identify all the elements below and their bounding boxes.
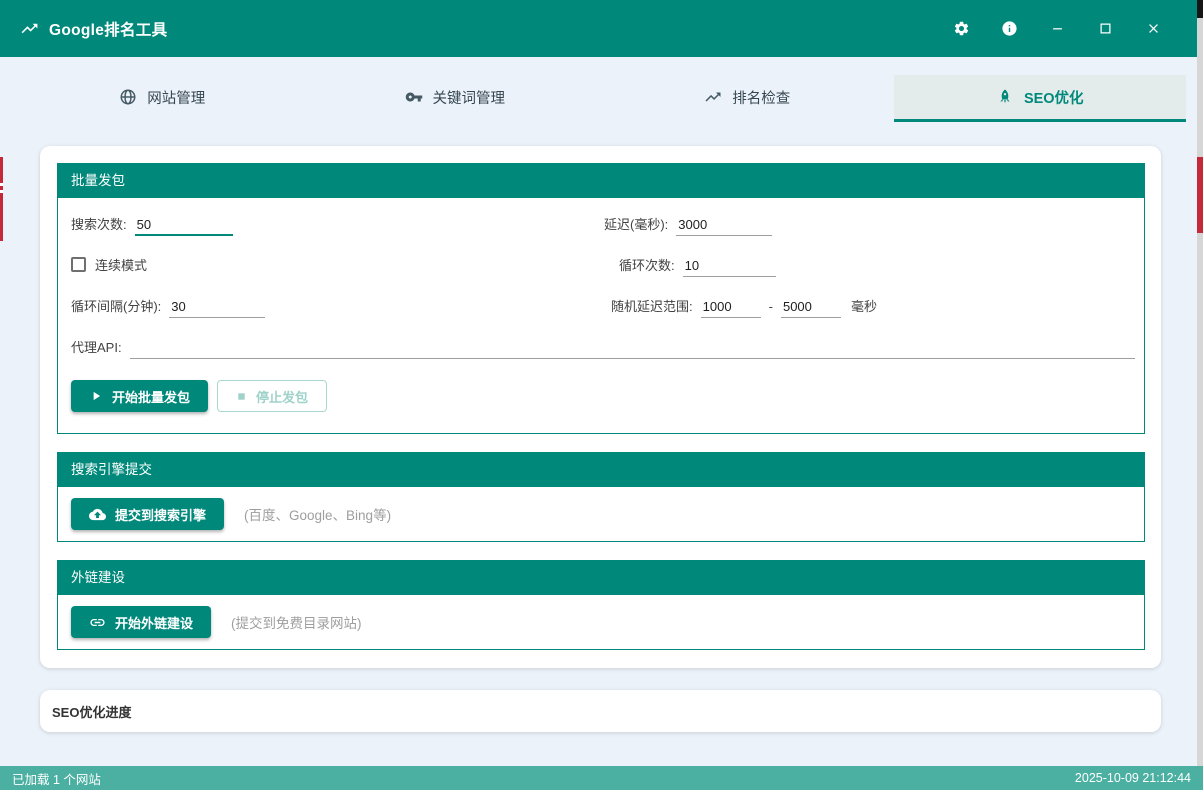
start-batch-label: 开始批量发包 — [112, 387, 190, 406]
minimize-button[interactable] — [1033, 11, 1081, 47]
globe-icon — [119, 88, 137, 106]
seo-progress-title: SEO优化进度 — [52, 702, 131, 721]
stop-icon — [236, 391, 247, 402]
tab-seo-optimization[interactable]: SEO优化 — [894, 75, 1187, 122]
titlebar: Google排名工具 — [0, 0, 1197, 57]
trending-up-icon — [704, 88, 722, 106]
left-edge-red-stripe — [0, 157, 3, 241]
link-icon — [89, 614, 106, 631]
maximize-button[interactable] — [1081, 11, 1129, 47]
submit-to-search-engines-button[interactable]: 提交到搜索引擎 — [71, 498, 224, 530]
edge-red-segment — [1197, 157, 1203, 233]
delay-label: 延迟(毫秒): — [604, 214, 668, 233]
seo-panel: 批量发包 搜索次数: 延迟(毫秒): 连续模式 循环次数: — [40, 146, 1161, 668]
backlink-hint: (提交到免费目录网站) — [231, 612, 362, 632]
loop-interval-input[interactable] — [169, 298, 265, 318]
random-delay-unit: 毫秒 — [851, 296, 877, 315]
stop-batch-button[interactable]: 停止发包 — [217, 380, 327, 412]
search-count-label: 搜索次数: — [71, 214, 127, 233]
loop-count-label: 循环次数: — [619, 255, 675, 274]
tab-bar: 网站管理 关键词管理 排名检查 SEO优化 — [0, 57, 1197, 146]
backlink-header: 外链建设 — [58, 561, 1144, 595]
gear-icon — [953, 20, 970, 37]
random-delay-separator: - — [769, 299, 773, 314]
key-icon — [405, 88, 423, 106]
tab-website-management[interactable]: 网站管理 — [16, 75, 309, 122]
status-loaded-text: 已加载 1 个网站 — [12, 769, 101, 788]
random-delay-max-input[interactable] — [781, 298, 841, 318]
close-button[interactable] — [1129, 11, 1177, 47]
random-delay-min-input[interactable] — [701, 298, 761, 318]
tab-label: 关键词管理 — [433, 87, 506, 108]
seo-progress-card: SEO优化进度 — [40, 690, 1161, 732]
maximize-icon — [1098, 21, 1113, 36]
minimize-icon — [1050, 21, 1065, 36]
submit-hint: (百度、Google、Bing等) — [244, 504, 391, 524]
close-icon — [1146, 21, 1161, 36]
app-window: Google排名工具 网站管理 — [0, 0, 1203, 790]
continuous-mode-label: 连续模式 — [95, 255, 147, 274]
tab-label: SEO优化 — [1024, 87, 1084, 108]
delay-input[interactable] — [676, 216, 772, 236]
edge-black-segment — [1197, 0, 1203, 18]
tab-keyword-management[interactable]: 关键词管理 — [309, 75, 602, 122]
search-engine-submit-header: 搜索引擎提交 — [58, 453, 1144, 487]
play-icon — [89, 389, 103, 403]
submit-button-label: 提交到搜索引擎 — [115, 505, 206, 524]
stop-batch-label: 停止发包 — [256, 387, 308, 406]
search-count-input[interactable] — [135, 216, 233, 236]
batch-send-header: 批量发包 — [58, 164, 1144, 198]
backlink-group: 外链建设 开始外链建设 (提交到免费目录网站) — [57, 560, 1145, 650]
start-backlink-button[interactable]: 开始外链建设 — [71, 606, 211, 638]
proxy-api-label: 代理API: — [71, 337, 122, 356]
loop-count-input[interactable] — [683, 257, 776, 277]
trending-up-icon — [20, 19, 39, 38]
cloud-upload-icon — [89, 506, 106, 523]
rocket-icon — [996, 88, 1014, 106]
status-bar: 已加载 1 个网站 2025-10-09 21:12:44 — [0, 766, 1203, 790]
info-button[interactable] — [985, 11, 1033, 47]
app-title: Google排名工具 — [49, 18, 167, 40]
continuous-mode-checkbox[interactable] — [71, 257, 86, 272]
tab-label: 排名检查 — [732, 87, 790, 108]
batch-send-group: 批量发包 搜索次数: 延迟(毫秒): 连续模式 循环次数: — [57, 163, 1145, 434]
tab-label: 网站管理 — [147, 87, 205, 108]
loop-interval-label: 循环间隔(分钟): — [71, 296, 161, 315]
proxy-api-input[interactable] — [130, 339, 1135, 359]
backlink-button-label: 开始外链建设 — [115, 613, 193, 632]
status-timestamp: 2025-10-09 21:12:44 — [1075, 771, 1191, 785]
start-batch-button[interactable]: 开始批量发包 — [71, 380, 208, 412]
search-engine-submit-group: 搜索引擎提交 提交到搜索引擎 (百度、Google、Bing等) — [57, 452, 1145, 542]
info-icon — [1001, 20, 1018, 37]
random-delay-label: 随机延迟范围: — [611, 296, 693, 315]
desktop-edge-strip — [1197, 0, 1203, 766]
settings-button[interactable] — [937, 11, 985, 47]
tab-rank-check[interactable]: 排名检查 — [601, 75, 894, 122]
